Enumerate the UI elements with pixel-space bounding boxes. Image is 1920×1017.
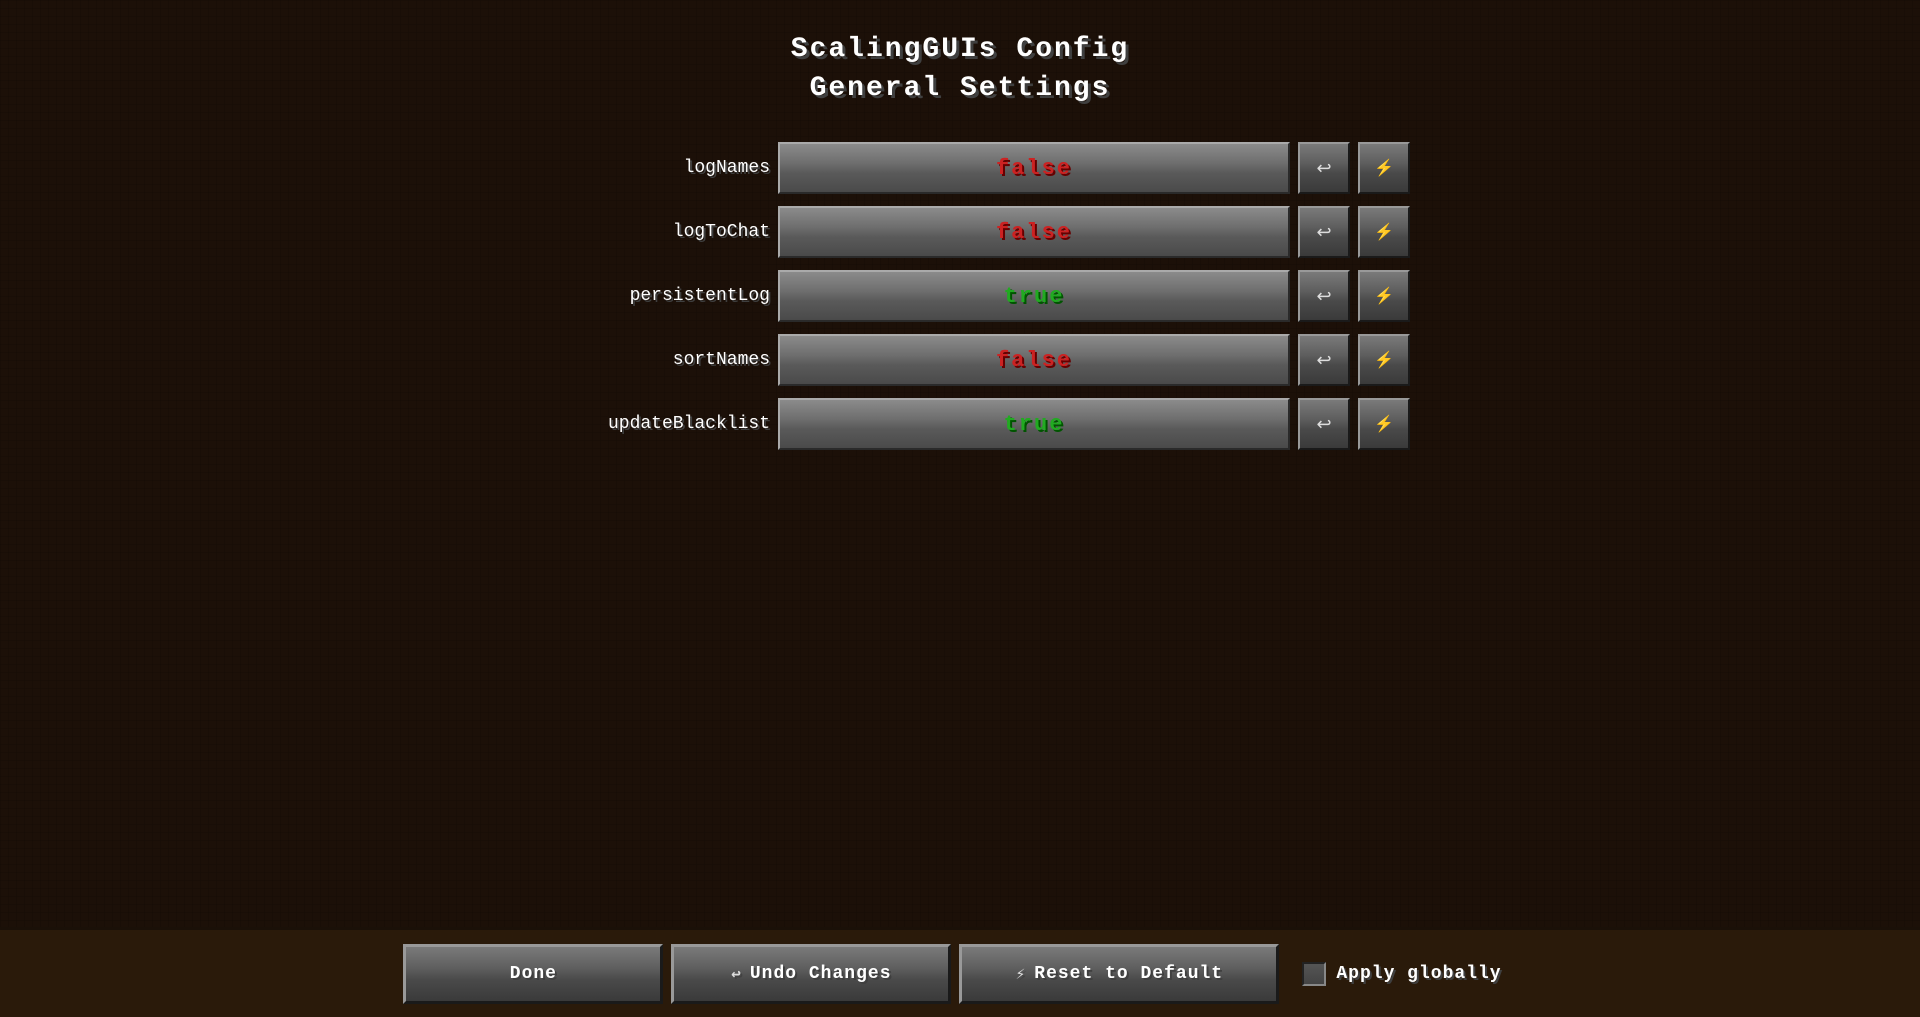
apply-globally-container: Apply globally xyxy=(1287,962,1516,986)
settings-area: logNamesfalse↩⚡logToChatfalse↩⚡persisten… xyxy=(510,138,1410,454)
undo-icon-logNames: ↩ xyxy=(1316,158,1331,179)
reset-to-default-button[interactable]: ⚡ Reset to Default xyxy=(959,944,1279,1004)
bottom-bar: Done ↩ Undo Changes ⚡ Reset to Default A… xyxy=(0,927,1920,1017)
setting-undo-persistentLog[interactable]: ↩ xyxy=(1298,270,1350,322)
reset-icon-logNames: ⚡ xyxy=(1374,158,1394,178)
setting-row-logNames: logNames false ↩ ⚡ xyxy=(510,138,1410,198)
setting-row-updateBlacklist: updateBlacklist true ↩ ⚡ xyxy=(510,394,1410,454)
setting-undo-logNames[interactable]: ↩ xyxy=(1298,142,1350,194)
reset-label: Reset to Default xyxy=(1034,964,1223,984)
reset-icon-logToChat: ⚡ xyxy=(1374,222,1394,242)
reset-icon: ⚡ xyxy=(1016,964,1027,984)
setting-reset-logToChat[interactable]: ⚡ xyxy=(1358,206,1410,258)
setting-label-logToChat: logToChat xyxy=(510,222,770,242)
done-button[interactable]: Done xyxy=(403,944,663,1004)
reset-icon-updateBlacklist: ⚡ xyxy=(1374,414,1394,434)
setting-value-logToChat[interactable]: false xyxy=(778,206,1290,258)
title-line2: General Settings xyxy=(791,69,1129,108)
undo-icon: ↩ xyxy=(731,964,742,984)
reset-icon-sortNames: ⚡ xyxy=(1374,350,1394,370)
setting-reset-logNames[interactable]: ⚡ xyxy=(1358,142,1410,194)
setting-row-persistentLog: persistentLog true ↩ ⚡ xyxy=(510,266,1410,326)
page-container: ScalingGUIs Config General Settings logN… xyxy=(0,0,1920,1017)
setting-value-sortNames[interactable]: false xyxy=(778,334,1290,386)
setting-undo-updateBlacklist[interactable]: ↩ xyxy=(1298,398,1350,450)
setting-label-sortNames: sortNames xyxy=(510,350,770,370)
setting-reset-updateBlacklist[interactable]: ⚡ xyxy=(1358,398,1410,450)
title-line1: ScalingGUIs Config xyxy=(791,30,1129,69)
setting-label-updateBlacklist: updateBlacklist xyxy=(510,414,770,434)
setting-label-logNames: logNames xyxy=(510,158,770,178)
reset-icon-persistentLog: ⚡ xyxy=(1374,286,1394,306)
apply-globally-checkbox[interactable] xyxy=(1302,962,1326,986)
undo-icon-persistentLog: ↩ xyxy=(1316,286,1331,307)
apply-globally-label: Apply globally xyxy=(1336,964,1501,984)
undo-icon-logToChat: ↩ xyxy=(1316,222,1331,243)
title-section: ScalingGUIs Config General Settings xyxy=(791,30,1129,108)
setting-reset-sortNames[interactable]: ⚡ xyxy=(1358,334,1410,386)
undo-icon-sortNames: ↩ xyxy=(1316,350,1331,371)
setting-row-sortNames: sortNames false ↩ ⚡ xyxy=(510,330,1410,390)
setting-value-updateBlacklist[interactable]: true xyxy=(778,398,1290,450)
setting-label-persistentLog: persistentLog xyxy=(510,286,770,306)
setting-value-persistentLog[interactable]: true xyxy=(778,270,1290,322)
undo-changes-button[interactable]: ↩ Undo Changes xyxy=(671,944,951,1004)
setting-reset-persistentLog[interactable]: ⚡ xyxy=(1358,270,1410,322)
undo-label: Undo Changes xyxy=(750,964,892,984)
setting-undo-sortNames[interactable]: ↩ xyxy=(1298,334,1350,386)
undo-icon-updateBlacklist: ↩ xyxy=(1316,414,1331,435)
setting-value-logNames[interactable]: false xyxy=(778,142,1290,194)
setting-undo-logToChat[interactable]: ↩ xyxy=(1298,206,1350,258)
setting-row-logToChat: logToChat false ↩ ⚡ xyxy=(510,202,1410,262)
